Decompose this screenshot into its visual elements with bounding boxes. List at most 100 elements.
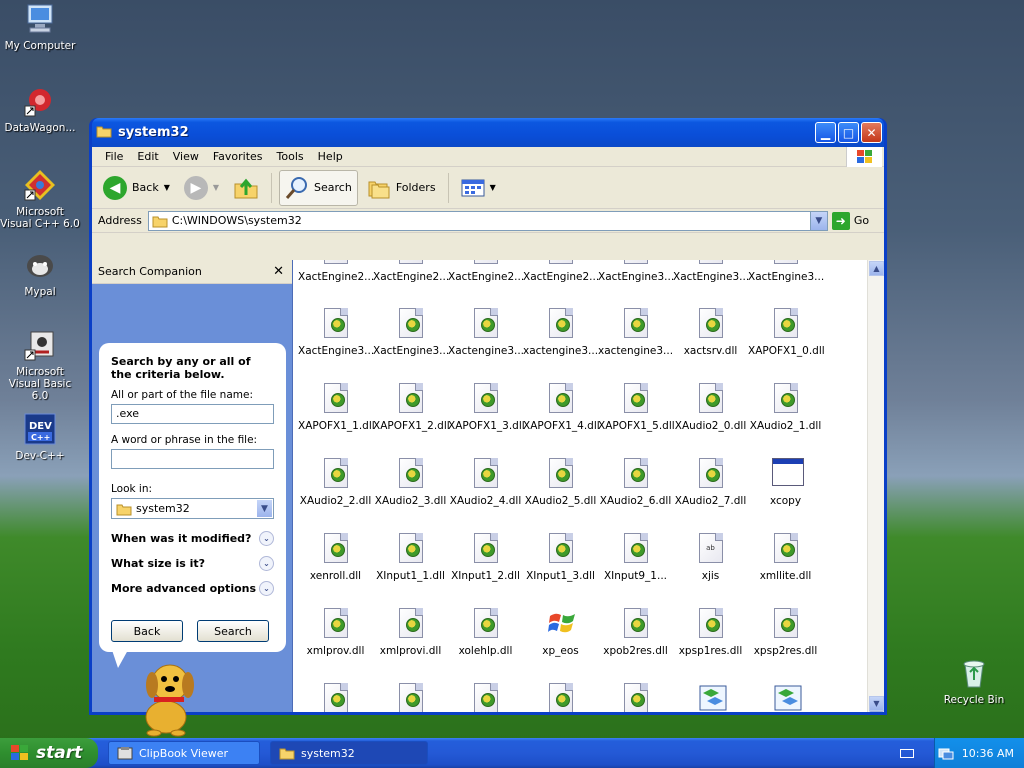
desktop-icon-visual-basic[interactable]: Microsoft Visual Basic 6.0 <box>0 328 80 402</box>
up-button[interactable] <box>228 170 264 206</box>
expand-icon[interactable]: ⌄ <box>259 581 274 596</box>
go-button[interactable]: ➜ Go <box>831 211 869 230</box>
scroll-up-arrow-icon[interactable]: ▲ <box>869 261 884 276</box>
title-bar[interactable]: system32 ▁ □ ✕ <box>92 118 884 147</box>
file-item[interactable]: xp_eos <box>523 608 598 657</box>
file-name-input[interactable]: .exe <box>111 404 274 424</box>
desktop-icon-datawagon[interactable]: DataWagon... <box>0 84 80 134</box>
network-icon[interactable] <box>938 746 954 760</box>
expand-icon[interactable]: ⌄ <box>259 531 274 546</box>
file-item[interactable]: XAudio2_2.dll <box>298 458 373 507</box>
file-item[interactable]: XAudio2_7.dll <box>673 458 748 507</box>
menu-file[interactable]: File <box>98 150 130 163</box>
file-item[interactable]: XactEngine3... <box>598 260 674 283</box>
file-item[interactable]: XAudio2_3.dll <box>373 458 448 507</box>
menu-tools[interactable]: Tools <box>270 150 311 163</box>
menu-favorites[interactable]: Favorites <box>206 150 270 163</box>
maximize-button[interactable]: □ <box>838 122 859 143</box>
file-item[interactable]: XInput9_1... <box>598 533 673 582</box>
file-item[interactable]: xpob2res.dll <box>598 608 673 657</box>
companion-search-button[interactable]: Search <box>197 620 269 642</box>
clock[interactable]: 10:36 AM <box>962 747 1014 760</box>
file-item[interactable]: XAPOFX1_0.dll <box>748 308 825 357</box>
search-dog-icon[interactable] <box>136 655 206 740</box>
scroll-down-arrow-icon[interactable]: ▼ <box>869 696 884 711</box>
file-item[interactable]: ab xjis <box>673 533 748 582</box>
file-item[interactable]: xactengine3... <box>523 308 598 357</box>
file-item[interactable]: XAPOFX1_1.dll <box>298 383 375 432</box>
file-item[interactable]: xpsp4res.dll <box>373 683 448 712</box>
file-item[interactable]: XactEngine3... <box>373 308 449 357</box>
file-item[interactable]: zipfldr.dll <box>598 683 673 712</box>
file-item[interactable]: xpssvcs.dll <box>523 683 598 712</box>
companion-back-button[interactable]: Back <box>111 620 183 642</box>
menu-edit[interactable]: Edit <box>130 150 165 163</box>
expand-icon[interactable]: ⌄ <box>259 556 274 571</box>
file-item[interactable]: xactsrv.dll <box>673 308 748 357</box>
desktop-icon-devcpp[interactable]: DEV C++ Dev-C++ <box>0 412 80 462</box>
close-button[interactable]: ✕ <box>861 122 882 143</box>
file-item[interactable]: XAudio2_6.dll <box>598 458 673 507</box>
look-in-select[interactable]: system32 ▼ <box>111 498 274 519</box>
file-item[interactable]: zonedoff <box>673 683 748 712</box>
file-item[interactable]: xenroll.dll <box>298 533 373 582</box>
forward-button[interactable]: ▶ ▼ <box>179 170 224 206</box>
file-item[interactable]: xpsshhdr.dll <box>448 683 523 712</box>
desktop-icon-recycle-bin[interactable]: Recycle Bin <box>934 656 1014 706</box>
file-item[interactable]: XAudio2_1.dll <box>748 383 823 432</box>
file-item[interactable]: XAPOFX1_3.dll <box>448 383 525 432</box>
file-item[interactable]: XAPOFX1_5.dll <box>598 383 675 432</box>
file-item[interactable]: XInput1_1.dll <box>373 533 448 582</box>
address-dropdown-button[interactable]: ▼ <box>809 211 827 230</box>
minimize-button[interactable]: ▁ <box>815 122 836 143</box>
file-item[interactable]: Xactengine3... <box>448 308 524 357</box>
file-item[interactable]: XInput1_2.dll <box>448 533 523 582</box>
views-button[interactable]: ▼ <box>456 170 501 206</box>
file-item[interactable]: XactEngine3... <box>298 308 374 357</box>
file-item[interactable]: xpsp2res.dll <box>748 608 823 657</box>
chevron-down-icon[interactable]: ▼ <box>164 183 170 192</box>
file-item[interactable]: xactengine3... <box>598 308 673 357</box>
file-item[interactable]: XactEngine2... <box>298 260 374 283</box>
menu-view[interactable]: View <box>166 150 206 163</box>
file-item[interactable]: XactEngine2... <box>373 260 449 283</box>
folders-button[interactable]: Folders <box>362 170 441 206</box>
file-item[interactable]: xpsp1res.dll <box>673 608 748 657</box>
task-clipbook-viewer[interactable]: ClipBook Viewer <box>108 741 260 765</box>
search-button[interactable]: Search <box>279 169 358 206</box>
phrase-input[interactable] <box>111 449 274 469</box>
advanced-option[interactable]: More advanced options ⌄ <box>111 581 274 596</box>
close-pane-icon[interactable]: ✕ <box>273 264 284 279</box>
file-item[interactable]: XactEngine3... <box>748 260 824 283</box>
desktop-icon-my-computer[interactable]: My Computer <box>0 2 80 52</box>
menu-help[interactable]: Help <box>311 150 350 163</box>
file-item[interactable]: XAPOFX1_4.dll <box>523 383 600 432</box>
file-item[interactable]: xcopy <box>748 458 823 507</box>
address-input[interactable]: C:\WINDOWS\system32 ▼ <box>147 210 828 231</box>
file-item[interactable]: XAudio2_0.dll <box>673 383 748 432</box>
modified-option[interactable]: When was it modified? ⌄ <box>111 531 274 546</box>
start-button[interactable]: start <box>0 738 98 768</box>
folders-icon <box>368 181 390 198</box>
file-item[interactable]: xmlprov.dll <box>298 608 373 657</box>
task-system32[interactable]: system32 <box>270 741 428 765</box>
desktop-icon-mypal[interactable]: Mypal <box>0 248 80 298</box>
keyboard-icon[interactable] <box>900 748 914 758</box>
file-item[interactable]: XactEngine3... <box>673 260 749 283</box>
file-item[interactable]: XactEngine2... <box>448 260 524 283</box>
file-item[interactable]: XAPOFX1_2.dll <box>373 383 450 432</box>
back-button[interactable]: ◀ Back ▼ <box>98 170 175 206</box>
file-item[interactable]: zonedon <box>748 683 823 712</box>
size-option[interactable]: What size is it? ⌄ <box>111 556 274 571</box>
file-item[interactable]: xmlprovi.dll <box>373 608 448 657</box>
file-item[interactable]: XInput1_3.dll <box>523 533 598 582</box>
file-item[interactable]: XactEngine2... <box>523 260 599 283</box>
file-item[interactable]: xmllite.dll <box>748 533 823 582</box>
file-item[interactable]: XAudio2_5.dll <box>523 458 598 507</box>
file-item[interactable]: XAudio2_4.dll <box>448 458 523 507</box>
desktop-icon-visual-cpp[interactable]: Microsoft Visual C++ 6.0 <box>0 168 80 230</box>
chevron-down-icon[interactable]: ▼ <box>257 500 272 517</box>
file-item[interactable]: xpsp3res.dll <box>298 683 373 712</box>
vertical-scrollbar[interactable]: ▲ ▼ <box>867 260 884 712</box>
file-item[interactable]: xolehlp.dll <box>448 608 523 657</box>
